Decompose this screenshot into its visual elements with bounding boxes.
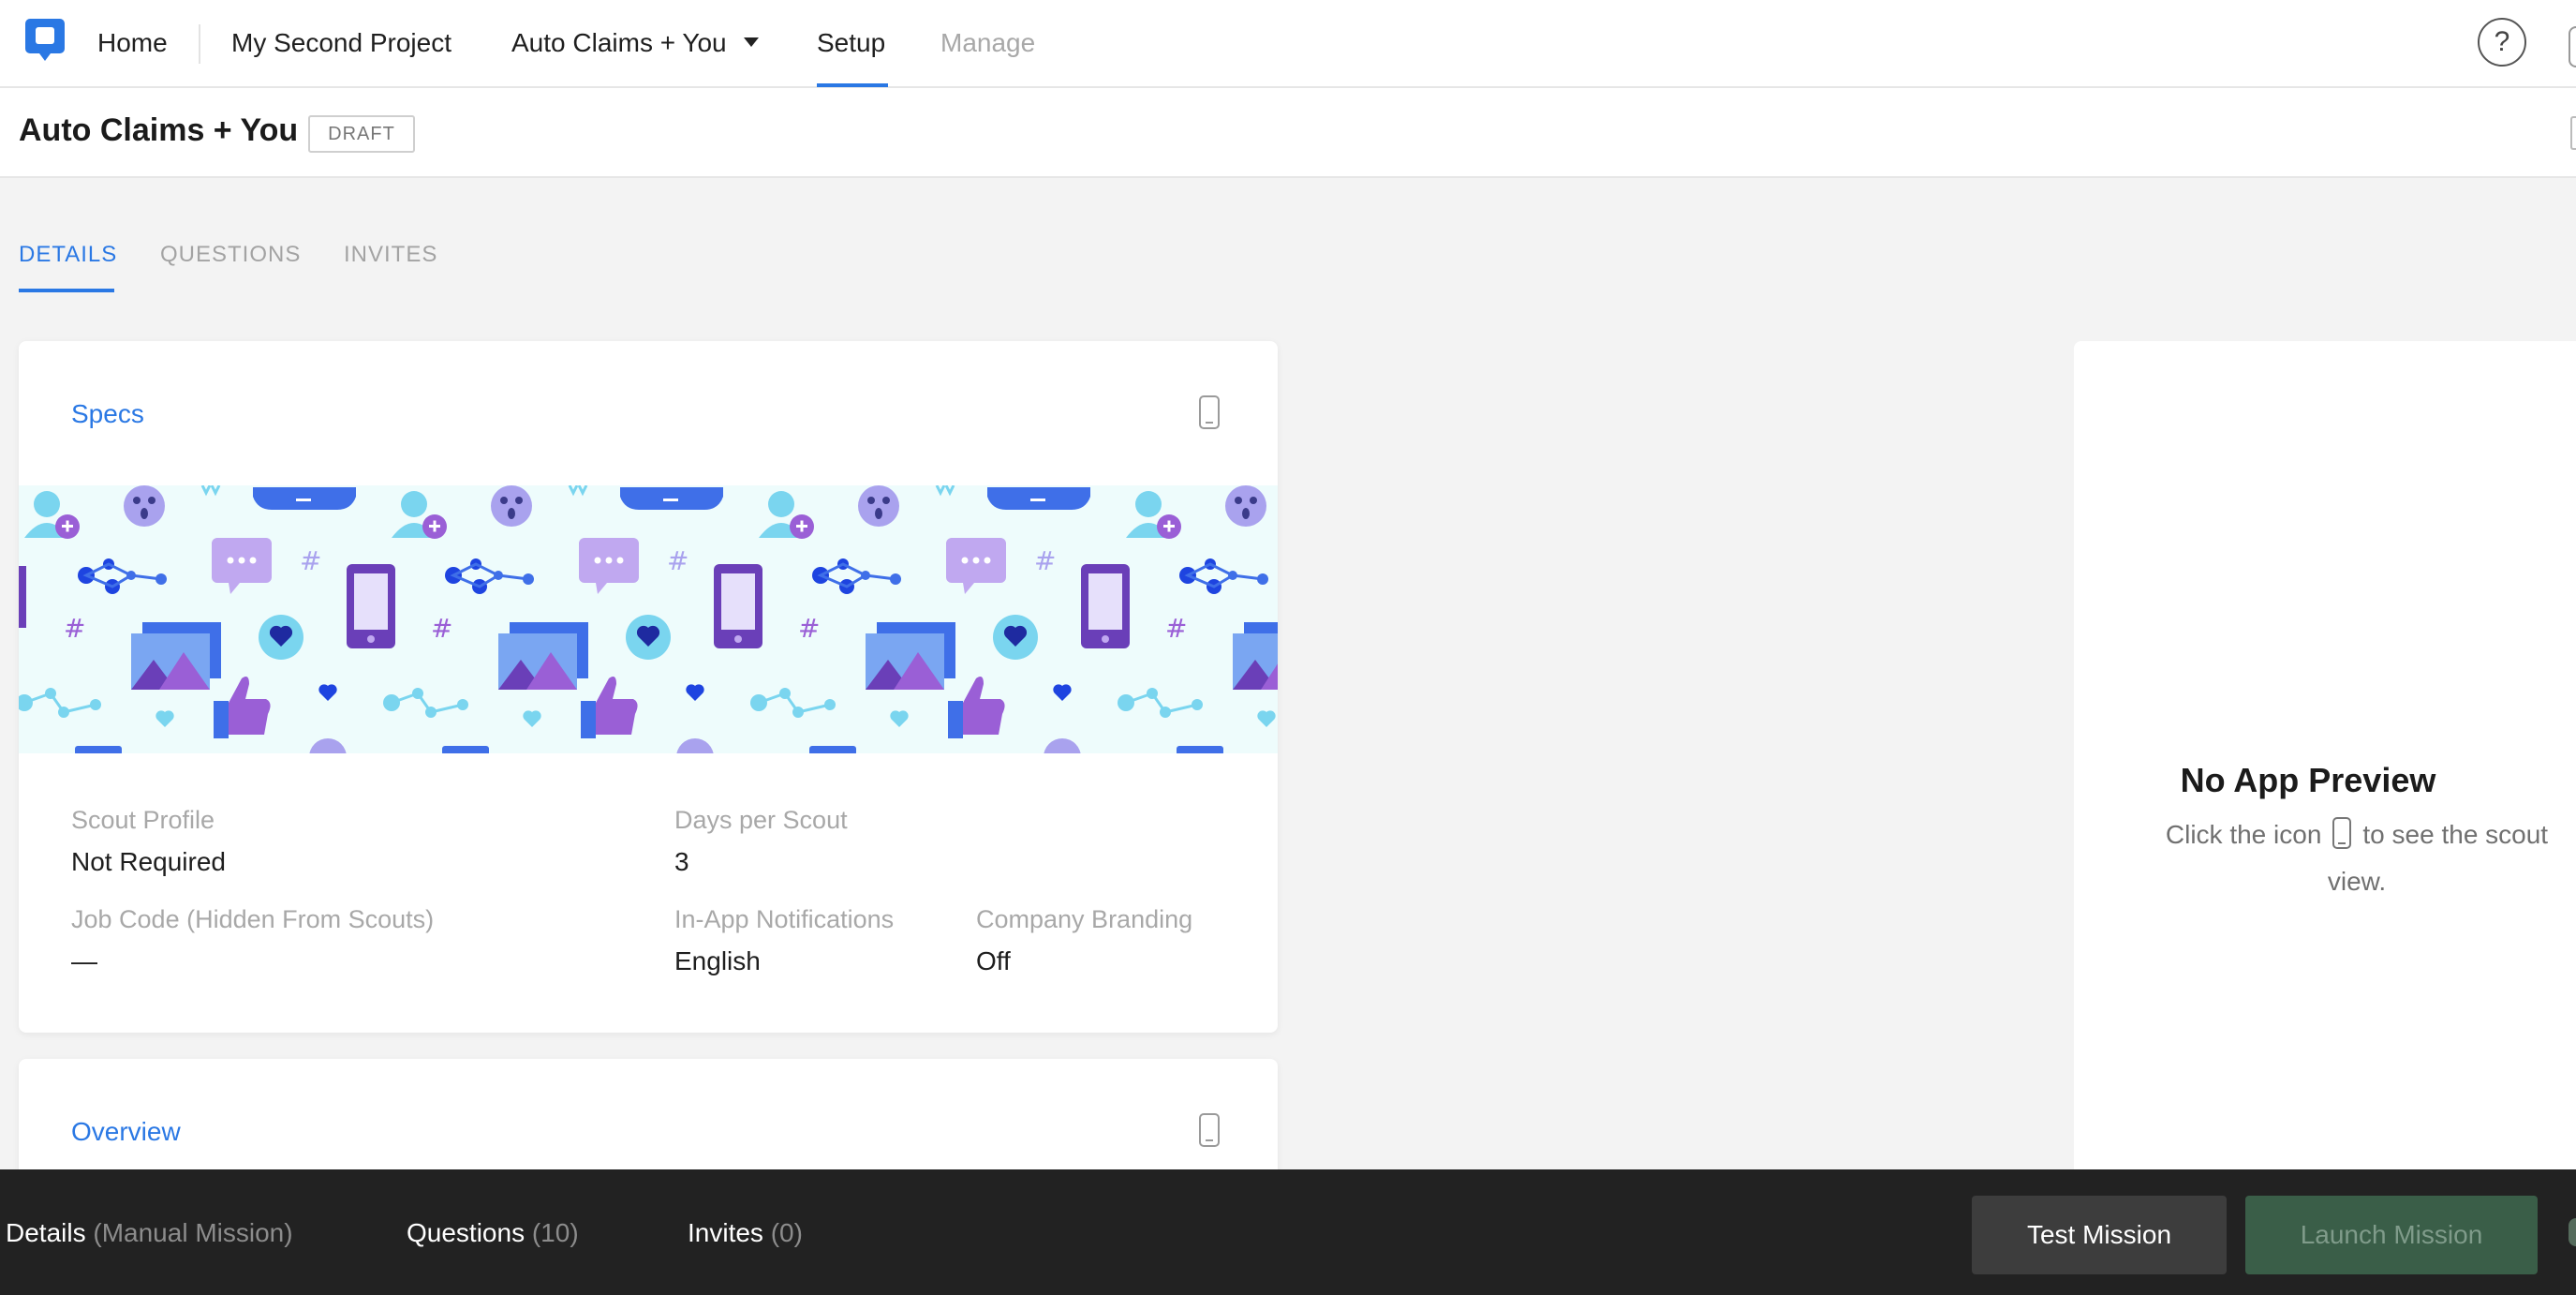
preview-desc-before: Click the icon <box>2165 820 2322 849</box>
top-navigation: Home My Second Project Auto Claims + You… <box>0 0 2576 88</box>
questions-count: (10) <box>531 1218 579 1247</box>
mission-type-label: (Manual Mission) <box>93 1218 293 1247</box>
nav-manage-link[interactable]: Manage <box>940 0 1035 86</box>
pattern-illustration-icon: # # <box>19 485 1278 753</box>
bottom-details-link[interactable]: Details (Manual Mission) <box>6 1218 293 1248</box>
scout-profile-value: Not Required <box>71 847 226 876</box>
invites-count: (0) <box>770 1218 803 1247</box>
test-mission-button[interactable]: Test Mission <box>1972 1196 2227 1274</box>
phone-preview-icon[interactable] <box>1199 1113 1220 1147</box>
bottom-questions-label: Questions <box>407 1218 526 1247</box>
specs-card-title: Specs <box>71 399 144 428</box>
nav-divider <box>199 24 200 64</box>
tab-active-indicator <box>19 289 114 292</box>
notifications-label: In-App Notifications <box>674 905 895 933</box>
preview-title: No App Preview <box>2180 761 2436 799</box>
nav-setup-link[interactable]: Setup <box>817 0 885 86</box>
header-action-icon[interactable] <box>2570 116 2576 150</box>
specs-banner-illustration: # # <box>19 485 1278 753</box>
caret-down-icon <box>744 37 760 47</box>
page-title: Auto Claims + You <box>19 112 299 148</box>
days-per-scout-value: 3 <box>674 847 689 876</box>
bottom-bar-overflow-icon[interactable] <box>2569 1218 2576 1246</box>
phone-icon <box>2332 817 2352 849</box>
company-branding-value: Off <box>976 946 1011 975</box>
app-preview-panel: No App Preview Click the icon to see the … <box>2074 341 2576 1184</box>
overview-card-title: Overview <box>71 1117 181 1146</box>
job-code-value: — <box>71 946 97 975</box>
nav-mission-label: Auto Claims + You <box>511 28 727 57</box>
notifications-value: English <box>674 946 761 975</box>
mission-header: Auto Claims + You DRAFT <box>0 88 2576 178</box>
job-code-label: Job Code (Hidden From Scouts) <box>71 905 435 933</box>
preview-desc-after: to see the scout view. <box>2327 820 2549 896</box>
phone-preview-icon[interactable] <box>1199 395 1220 429</box>
app-logo-icon[interactable] <box>24 17 66 64</box>
tab-questions[interactable]: QUESTIONS <box>160 242 301 268</box>
help-button[interactable]: ? <box>2478 18 2526 67</box>
scout-profile-label: Scout Profile <box>71 806 215 834</box>
bottom-questions-link[interactable]: Questions (10) <box>407 1218 579 1248</box>
company-branding-label: Company Branding <box>976 905 1193 933</box>
bottom-action-bar: Details (Manual Mission) Questions (10) … <box>0 1169 2576 1295</box>
user-avatar[interactable] <box>2569 26 2576 67</box>
tab-details[interactable]: DETAILS <box>19 242 117 268</box>
bottom-invites-link[interactable]: Invites (0) <box>688 1218 803 1248</box>
days-per-scout-label: Days per Scout <box>674 806 848 834</box>
nav-home-link[interactable]: Home <box>97 0 168 86</box>
bottom-details-label: Details <box>6 1218 86 1247</box>
status-badge: DRAFT <box>308 115 415 153</box>
preview-description: Click the icon to see the scout view. <box>2160 811 2554 905</box>
nav-mission-dropdown[interactable]: Auto Claims + You <box>511 0 760 86</box>
nav-active-indicator <box>817 83 888 87</box>
specs-card: Specs Scout Profile Not Required Days pe… <box>19 341 1278 1033</box>
bottom-invites-label: Invites <box>688 1218 763 1247</box>
launch-mission-button[interactable]: Launch Mission <box>2245 1196 2538 1274</box>
tab-invites[interactable]: INVITES <box>344 242 437 268</box>
nav-project-link[interactable]: My Second Project <box>231 0 452 86</box>
